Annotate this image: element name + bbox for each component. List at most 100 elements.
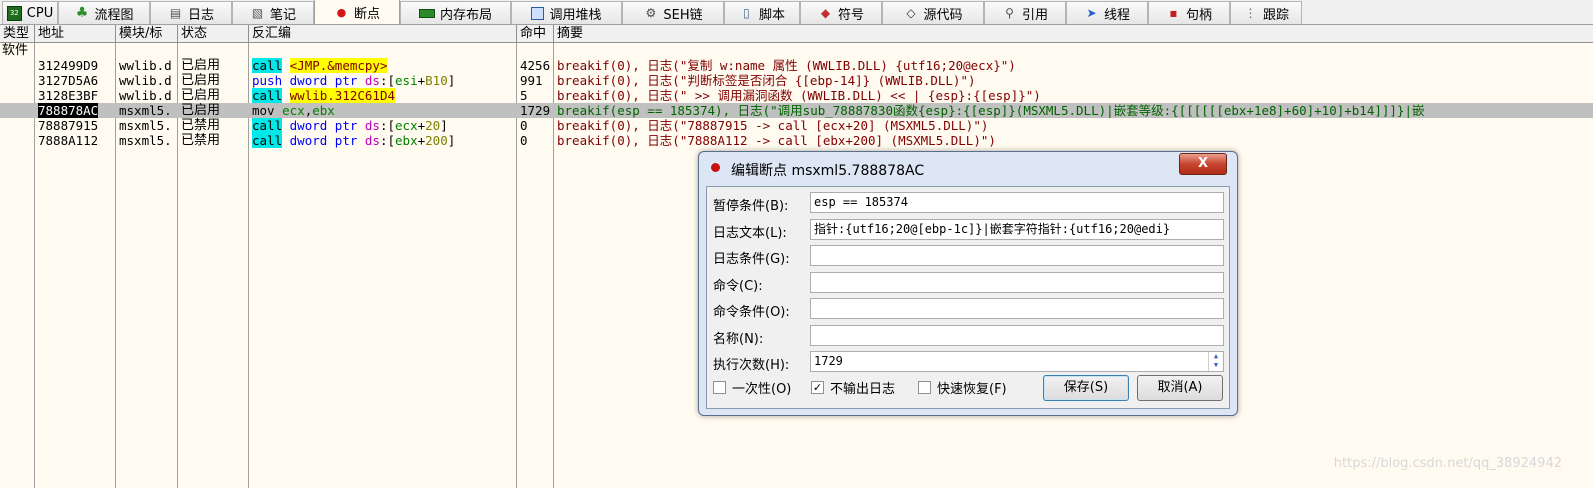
tab-label: CPU [26, 5, 54, 21]
column-module[interactable]: 模块/标 [116, 25, 178, 42]
field-input[interactable] [810, 324, 1224, 346]
status-text: 已禁用 [181, 118, 221, 133]
hits-text: 991 [520, 73, 543, 88]
table-row[interactable]: 3128E3BF wwlib.d 已启用 call wwlib.312C61D4 5 br… [0, 88, 1593, 103]
dialog-field-row: 命令(C): [713, 271, 1225, 294]
tab-label: 调用堆栈 [549, 7, 602, 23]
dialog-titlebar[interactable]: 编辑断点 msxml5.788878AC X [699, 152, 1237, 186]
summary-text: breakif(0), 日志("复制 w:name 属性 (WWLIB.DLL)… [557, 58, 1016, 73]
hit-count-spinbox[interactable]: 1729 ▲ ▼ [810, 351, 1224, 372]
module-text: wwlib.d [119, 88, 172, 103]
cell-disasm: call dword ptr ds:[ebx+200] [249, 133, 517, 148]
tab-3[interactable]: ▧ 笔记 [232, 1, 314, 24]
cancel-button[interactable]: 取消(A) [1137, 375, 1223, 401]
tab-1[interactable]: ♣ 流程图 [58, 1, 150, 24]
cell-address: 312499D9 [35, 58, 116, 73]
save-button[interactable]: 保存(S) [1043, 375, 1129, 401]
cell-status: 已启用 [178, 88, 249, 103]
cell-status: 已启用 [178, 58, 249, 73]
cell-disasm: call dword ptr ds:[ecx+20] [249, 118, 517, 133]
module-text: wwlib.d [119, 73, 172, 88]
address-text: 7888A112 [38, 133, 99, 148]
status-text: 已启用 [181, 73, 221, 88]
tab-10[interactable]: ◇ 源代码 [882, 1, 984, 24]
call-stack-icon [531, 6, 545, 20]
cell-summary: breakif(0), 日志("7888A112 -> call [ebx+20… [554, 133, 1593, 148]
field-value: 1729 [814, 354, 843, 368]
close-button[interactable]: X [1179, 153, 1227, 175]
address-text: 3128E3BF [38, 88, 99, 103]
watermark: https://blog.csdn.net/qq_38924942 [1333, 456, 1562, 471]
cell-hits: 5 [517, 88, 554, 103]
table-row[interactable]: 788878AC msxml5. 已启用 mov ecx,ebx 1729 breakif… [0, 103, 1593, 118]
thread-icon: ➤ [1086, 5, 1097, 20]
field-label: 名称(N): [713, 331, 764, 347]
handle-icon: ▪ [1169, 5, 1178, 20]
field-input[interactable] [810, 245, 1224, 266]
tab-2[interactable]: ▤ 日志 [150, 1, 232, 24]
column-type[interactable]: 类型 [0, 25, 35, 42]
cell-status: 已启用 [178, 103, 249, 118]
tab-label: 断点 [353, 6, 380, 22]
tab-11[interactable]: ⚲ 引用 [984, 1, 1066, 24]
cell-hits: 4256 [517, 58, 554, 73]
cell-hits: 1729 [517, 103, 554, 118]
cell-module: msxml5. [116, 103, 178, 118]
tab-8[interactable]: ▯ 脚本 [724, 1, 800, 24]
status-text: 已启用 [181, 88, 221, 103]
checkbox-unchecked-icon[interactable] [713, 381, 726, 394]
field-input[interactable]: 指针:{utf16;20@[ebp-1c]}|嵌套字符指针:{utf16;20@… [810, 218, 1224, 240]
dialog-field-row: 日志条件(G): [713, 245, 1225, 267]
tree-icon: ♣ [75, 4, 89, 21]
table-row[interactable]: 78887915 msxml5. 已禁用 call dword ptr ds:[ecx… [0, 118, 1593, 133]
cell-summary: breakif(0), 日志("判断标签是否闭合 {[ebp-14]} (WWL… [554, 73, 1593, 88]
column-address[interactable]: 地址 [35, 25, 116, 42]
cell-summary: breakif(0), 日志("复制 w:name 属性 (WWLIB.DLL)… [554, 58, 1593, 73]
script-icon: ▯ [743, 5, 750, 20]
field-label: 命令条件(O): [713, 305, 790, 320]
field-label: 执行次数(H): [713, 358, 790, 373]
tab-7[interactable]: ⚙ SEH链 [622, 1, 724, 24]
table-row[interactable]: 3127D5A6 wwlib.d 已启用 push dword ptr ds:[esi… [0, 73, 1593, 88]
column-status[interactable]: 状态 [178, 25, 249, 42]
tab-6[interactable]: 调用堆栈 [511, 1, 622, 24]
symbol-icon: ◆ [820, 5, 831, 20]
tab-4[interactable]: ● 断点 [314, 0, 400, 24]
summary-text: breakif(0), 日志(" >> 调用漏洞函数 (WWLIB.DLL) <… [557, 88, 1041, 103]
field-input[interactable] [810, 298, 1224, 319]
module-text: wwlib.d [119, 58, 172, 73]
tab-5[interactable]: 内存布局 [400, 1, 511, 24]
tab-0[interactable]: 32 CPU [2, 1, 58, 24]
checkbox-label: 一次性(O) [732, 382, 792, 397]
module-text: msxml5. [119, 103, 172, 118]
checkbox-0[interactable]: 一次性(O) [713, 378, 791, 397]
tab-13[interactable]: ▪ 句柄 [1148, 1, 1230, 24]
tab-14[interactable]: ⋮ 跟踪 [1230, 1, 1302, 24]
checkbox-unchecked-icon[interactable] [918, 381, 931, 394]
checkbox-2[interactable]: 快速恢复(F) [918, 378, 1007, 397]
spin-arrows-icon[interactable]: ▲ ▼ [1208, 352, 1223, 371]
tab-label: 跟踪 [1262, 7, 1289, 23]
checkbox-1[interactable]: ✓ 不输出日志 [811, 378, 895, 397]
tab-9[interactable]: ◆ 符号 [800, 1, 882, 24]
cell-module: wwlib.d [116, 73, 178, 88]
group-row-software[interactable]: 软件 [0, 43, 1593, 58]
tab-label: 脚本 [758, 7, 785, 23]
column-hits[interactable]: 命中 [517, 25, 554, 42]
tab-label: 内存布局 [439, 7, 492, 23]
cell-module: wwlib.d [116, 58, 178, 73]
breakpoint-icon: ● [336, 5, 347, 19]
seh-chain-icon: ⚙ [645, 5, 657, 20]
tab-12[interactable]: ➤ 线程 [1066, 1, 1148, 24]
dialog-field-row: 命令条件(O): [713, 298, 1225, 320]
field-input[interactable] [810, 271, 1224, 293]
checkbox-checked-icon[interactable]: ✓ [811, 381, 824, 394]
table-row[interactable]: 7888A112 msxml5. 已禁用 call dword ptr ds:[ebx… [0, 133, 1593, 148]
cell-hits: 0 [517, 133, 554, 148]
summary-text: breakif(esp == 185374), 日志("调用sub_788878… [557, 103, 1425, 118]
field-input[interactable]: esp == 185374 [810, 192, 1224, 213]
column-summary[interactable]: 摘要 [554, 25, 1593, 42]
column-disassembly[interactable]: 反汇编 [249, 25, 517, 42]
checkbox-label: 不输出日志 [830, 382, 896, 397]
table-row[interactable]: 312499D9 wwlib.d 已启用 call <JMP.&memcpy> 4256… [0, 58, 1593, 73]
